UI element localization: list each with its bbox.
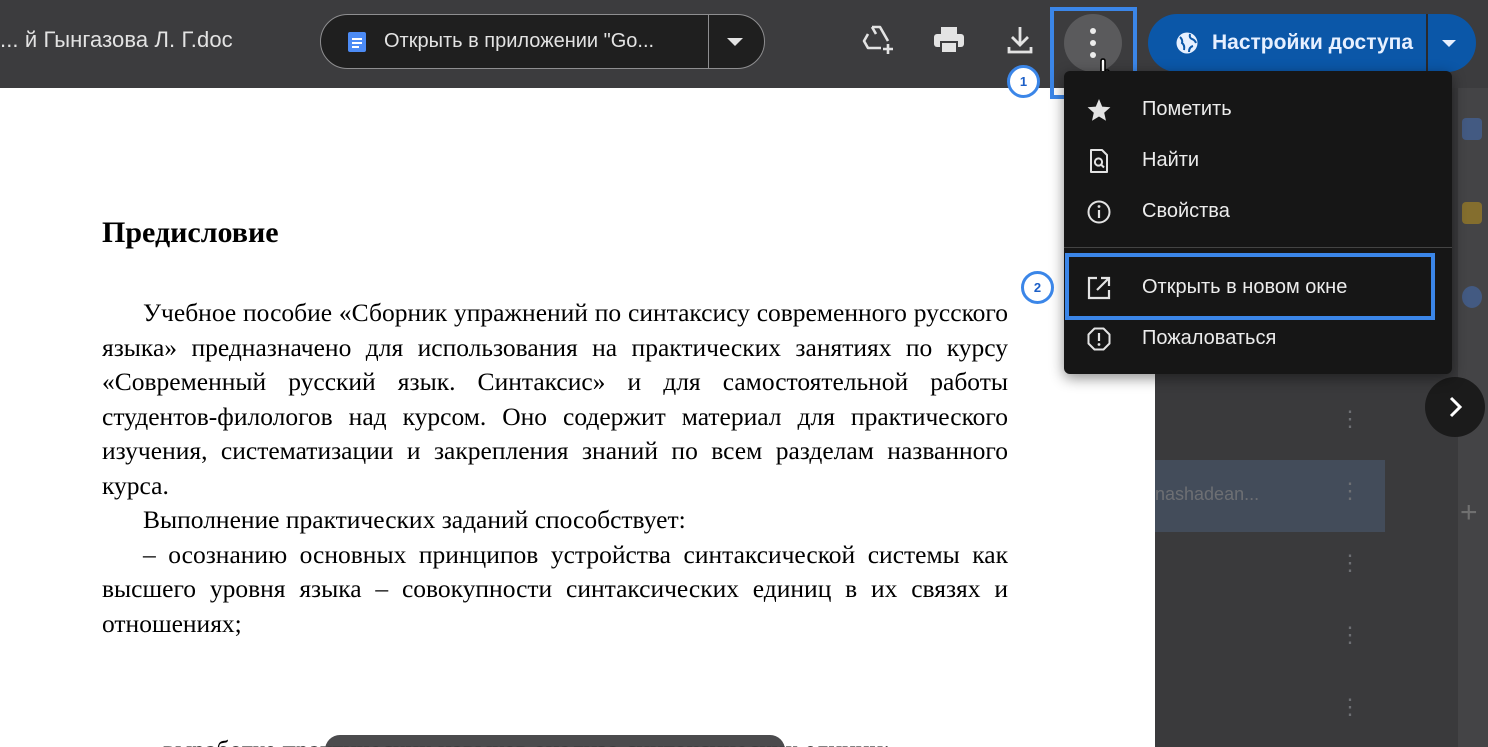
calendar-icon bbox=[1462, 118, 1482, 140]
divider bbox=[708, 15, 709, 68]
more-vert-icon[interactable]: ⋮ bbox=[1339, 552, 1361, 574]
share-button[interactable]: Настройки доступа bbox=[1148, 14, 1476, 72]
more-vert-icon[interactable]: ⋮ bbox=[1339, 624, 1361, 646]
menu-item-properties[interactable]: Свойства bbox=[1064, 186, 1452, 237]
list-item[interactable]: ⋮ bbox=[1155, 676, 1385, 747]
more-actions-menu: Пометить Найти Свойства Открыть в новом … bbox=[1064, 71, 1452, 374]
chevron-down-icon[interactable] bbox=[727, 38, 743, 46]
share-label: Настройки доступа bbox=[1212, 31, 1414, 54]
info-icon bbox=[1087, 200, 1111, 224]
report-icon bbox=[1087, 327, 1111, 351]
list-item[interactable]: ⋮ bbox=[1155, 532, 1385, 604]
step-2-badge: 2 bbox=[1021, 271, 1054, 304]
menu-divider bbox=[1064, 247, 1452, 248]
star-icon bbox=[1087, 99, 1111, 121]
divider bbox=[1426, 14, 1428, 72]
find-icon bbox=[1090, 149, 1108, 173]
tasks-icon bbox=[1462, 286, 1482, 308]
print-icon bbox=[934, 27, 964, 54]
more-vert-icon[interactable]: ⋮ bbox=[1339, 696, 1361, 718]
more-vert-icon[interactable]: ⋮ bbox=[1339, 408, 1361, 430]
open-with-label: Открыть в приложении "Go... bbox=[384, 30, 655, 52]
menu-item-report[interactable]: Пожаловаться bbox=[1064, 313, 1452, 364]
paragraph: Учебное пособие «Сборник упражнений по с… bbox=[102, 298, 1008, 500]
add-addon-icon[interactable]: + bbox=[1460, 498, 1478, 528]
step-1-badge: 1 bbox=[1007, 65, 1040, 98]
list-item-text: nashadean... bbox=[1155, 484, 1260, 504]
next-file-button[interactable] bbox=[1425, 377, 1485, 437]
add-to-drive-icon bbox=[862, 25, 893, 54]
page-zoom-controls[interactable] bbox=[325, 735, 785, 747]
download-icon bbox=[1007, 27, 1033, 54]
menu-item-star[interactable]: Пометить bbox=[1064, 84, 1452, 135]
list-item[interactable]: ⋮ bbox=[1155, 388, 1385, 460]
paragraph: Выполнение практических заданий способст… bbox=[143, 505, 686, 534]
open-with-button[interactable]: Открыть в приложении "Go... bbox=[320, 14, 765, 69]
document-title: ... й Гынгазова Л. Г.doc bbox=[0, 27, 233, 52]
document-heading: Предисловие bbox=[102, 216, 279, 249]
step-2-highlight bbox=[1065, 253, 1435, 320]
paragraph: – осознанию основных принципов устройств… bbox=[102, 539, 1008, 638]
add-to-drive-button[interactable] bbox=[858, 20, 898, 60]
print-button[interactable] bbox=[929, 20, 969, 60]
menu-item-label: Пометить bbox=[1142, 98, 1232, 120]
download-button[interactable] bbox=[1000, 20, 1040, 60]
google-docs-icon bbox=[348, 32, 366, 52]
menu-item-label: Найти bbox=[1142, 149, 1200, 171]
menu-item-find[interactable]: Найти bbox=[1064, 135, 1452, 186]
globe-icon bbox=[1176, 32, 1198, 54]
menu-item-label: Свойства bbox=[1142, 200, 1230, 222]
list-item[interactable]: ⋮ bbox=[1155, 604, 1385, 676]
menu-item-label: Пожаловаться bbox=[1142, 327, 1277, 349]
chevron-down-icon[interactable] bbox=[1442, 40, 1456, 47]
more-vert-icon[interactable]: ⋮ bbox=[1339, 480, 1361, 502]
chevron-right-icon bbox=[1449, 396, 1463, 418]
list-item[interactable]: nashadean... ⋮ bbox=[1155, 460, 1385, 532]
document-body: Учебное пособие «Сборник упражнений по с… bbox=[102, 296, 1008, 641]
keep-icon bbox=[1462, 202, 1482, 224]
